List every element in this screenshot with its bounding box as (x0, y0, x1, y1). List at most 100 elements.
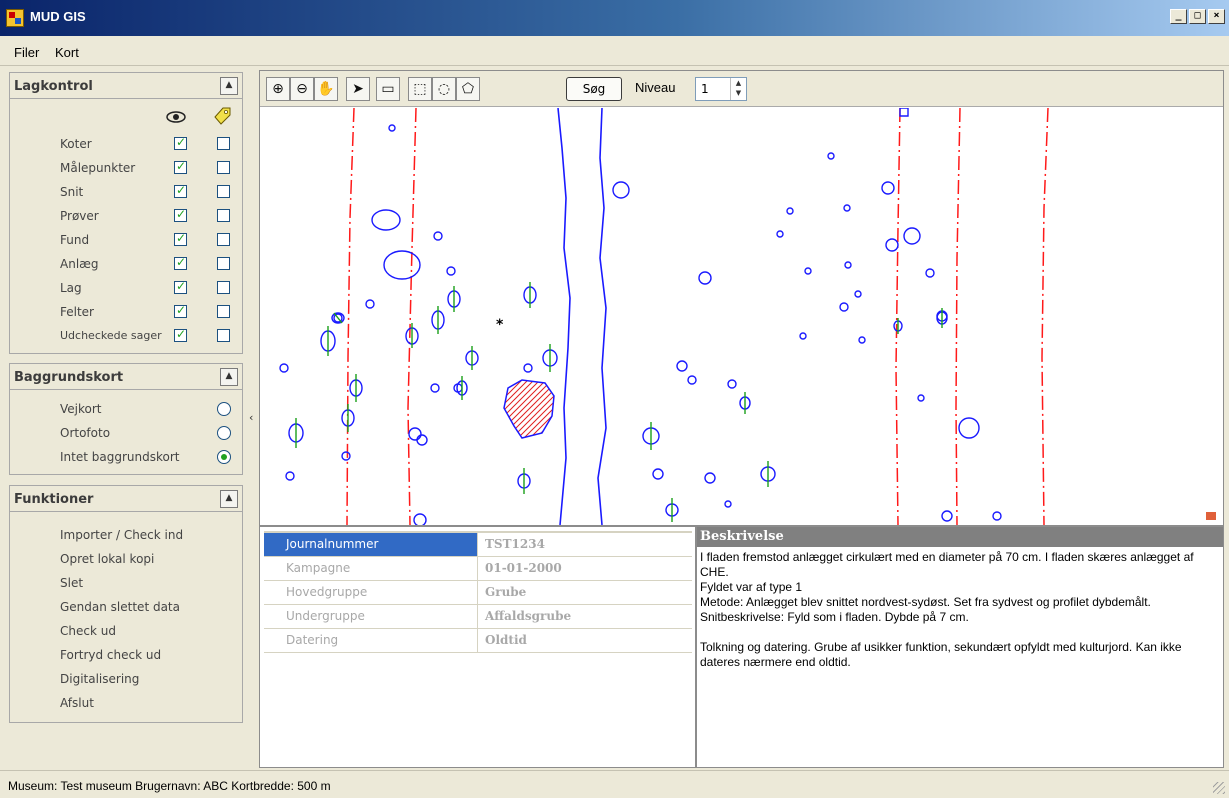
pit-feature (523, 363, 533, 373)
description-text[interactable]: I fladen fremstod anlægget cirkulært med… (700, 550, 1220, 670)
layer-anlaeg-label-checkbox[interactable] (217, 257, 230, 270)
collapse-functions-button[interactable]: ▲ (220, 490, 238, 508)
level-value[interactable]: 1 (701, 82, 709, 96)
layer-malepunkter-visible-checkbox[interactable] (174, 159, 187, 174)
collapse-background-button[interactable]: ▲ (220, 368, 238, 386)
pit-feature (799, 332, 807, 340)
zoom-in-icon[interactable]: ⊕ (266, 77, 290, 101)
function-delete[interactable]: Slet (60, 576, 83, 590)
section-marker (465, 346, 479, 370)
layer-snit-label-checkbox[interactable] (217, 185, 230, 198)
section-marker (739, 392, 751, 414)
boundary-line (407, 108, 417, 525)
property-value[interactable]: Oldtid (479, 629, 692, 652)
background-map-group: Baggrundskort ▲ Vejkort Ortofoto Intet b… (9, 363, 243, 475)
function-undo-checkout[interactable]: Fortryd check ud (60, 648, 161, 662)
pan-hand-icon[interactable]: ✋ (314, 77, 338, 101)
layer-koter-visible-checkbox[interactable] (174, 135, 187, 150)
resize-grip-icon[interactable] (1213, 782, 1225, 794)
map-panel: ⊕ ⊖ ✋ ➤ ▭ ⬚ ◌ ⬠ Søg Niveau 1 ▲ ▼ * (259, 70, 1224, 526)
select-circle-icon[interactable]: ◌ (432, 77, 456, 101)
menu-bar: Filer Kort (0, 36, 1229, 66)
layer-prover-label-checkbox[interactable] (217, 209, 230, 222)
property-value[interactable]: 01-01-2000 (479, 557, 692, 580)
layer-felter-label-checkbox[interactable] (217, 305, 230, 318)
property-key: Journalnummer (264, 533, 478, 556)
panel-splitter[interactable]: ‹ (248, 66, 259, 768)
layer-anlaeg-visible-checkbox[interactable] (174, 255, 187, 270)
section-marker (288, 418, 304, 448)
pit-feature (676, 360, 688, 372)
property-row[interactable]: Journalnummer TST1234 (264, 533, 692, 557)
function-import[interactable]: Importer / Check ind (60, 528, 183, 542)
pit-feature (839, 302, 849, 312)
pit-feature (446, 266, 456, 276)
tag-icon (214, 107, 231, 125)
pit-feature (843, 204, 851, 212)
pit-feature (416, 434, 428, 446)
property-row[interactable]: Hovedgruppe Grube (264, 581, 692, 605)
map-drawing[interactable]: * (260, 108, 1223, 525)
eye-icon (166, 111, 186, 123)
section-marker (349, 374, 363, 402)
function-local-copy[interactable]: Opret lokal kopi (60, 552, 154, 566)
function-digitize[interactable]: Digitalisering (60, 672, 139, 686)
menu-filer[interactable]: Filer (14, 45, 39, 60)
function-restore[interactable]: Gendan slettet data (60, 600, 180, 614)
property-value[interactable]: Grube (479, 581, 692, 604)
layer-label-snit: Snit (60, 185, 84, 199)
select-polygon-icon[interactable]: ⬠ (456, 77, 480, 101)
background-ortofoto-radio[interactable] (217, 426, 231, 440)
background-vejkort-radio[interactable] (217, 402, 231, 416)
pit-feature (727, 379, 737, 389)
zoom-out-icon[interactable]: ⊖ (290, 77, 314, 101)
property-row[interactable]: Datering Oldtid (264, 629, 692, 653)
layer-felter-visible-checkbox[interactable] (174, 303, 187, 318)
property-value[interactable]: Affaldsgrube (479, 605, 692, 628)
select-arrow-icon[interactable]: ➤ (346, 77, 370, 101)
layer-udcheckede-label-checkbox[interactable] (217, 329, 230, 342)
survey-point-marker: * (496, 317, 504, 333)
search-button[interactable]: Søg (566, 77, 622, 101)
functions-group: Funktioner ▲ Importer / Check ind Opret … (9, 485, 243, 723)
layer-control-title: Lagkontrol (14, 79, 93, 94)
layer-fund-visible-checkbox[interactable] (174, 231, 187, 246)
collapse-panel-arrow-icon[interactable]: ‹ (249, 411, 253, 424)
property-key: Kampagne (264, 557, 478, 580)
level-spinner[interactable]: 1 ▲ ▼ (695, 77, 747, 101)
window-title: MUD GIS (30, 9, 86, 24)
function-checkout[interactable]: Check ud (60, 624, 116, 638)
pit-feature (652, 468, 664, 480)
pit-feature (430, 383, 440, 393)
property-row[interactable]: Kampagne 01-01-2000 (264, 557, 692, 581)
menu-kort[interactable]: Kort (55, 45, 79, 60)
layer-udcheckede-visible-checkbox[interactable] (174, 327, 187, 342)
minimize-button[interactable]: _ (1170, 9, 1187, 24)
measure-icon[interactable]: ▭ (376, 77, 400, 101)
pit-feature (704, 472, 716, 484)
layer-koter-label-checkbox[interactable] (217, 137, 230, 150)
pit-feature (844, 261, 852, 269)
pit-feature (371, 209, 401, 231)
layer-prover-visible-checkbox[interactable] (174, 207, 187, 222)
map-canvas[interactable]: * (260, 108, 1223, 525)
maximize-button[interactable]: □ (1189, 9, 1206, 24)
layer-lag-visible-checkbox[interactable] (174, 279, 187, 294)
property-value[interactable]: TST1234 (479, 533, 692, 556)
background-option-none: Intet baggrundskort (60, 450, 180, 464)
boundary-line (1041, 108, 1049, 525)
level-spin-buttons[interactable]: ▲ ▼ (730, 78, 746, 100)
layer-malepunkter-label-checkbox[interactable] (217, 161, 230, 174)
layer-label-anlaeg: Anlæg (60, 257, 99, 271)
background-none-radio[interactable] (217, 450, 231, 464)
pit-feature (724, 500, 732, 508)
collapse-layers-button[interactable]: ▲ (220, 77, 238, 95)
layer-snit-visible-checkbox[interactable] (174, 183, 187, 198)
layer-fund-label-checkbox[interactable] (217, 233, 230, 246)
pit-feature (917, 394, 925, 402)
close-button[interactable]: × (1208, 9, 1225, 24)
function-exit[interactable]: Afslut (60, 696, 94, 710)
select-rect-icon[interactable]: ⬚ (408, 77, 432, 101)
layer-lag-label-checkbox[interactable] (217, 281, 230, 294)
property-row[interactable]: Undergruppe Affaldsgrube (264, 605, 692, 629)
